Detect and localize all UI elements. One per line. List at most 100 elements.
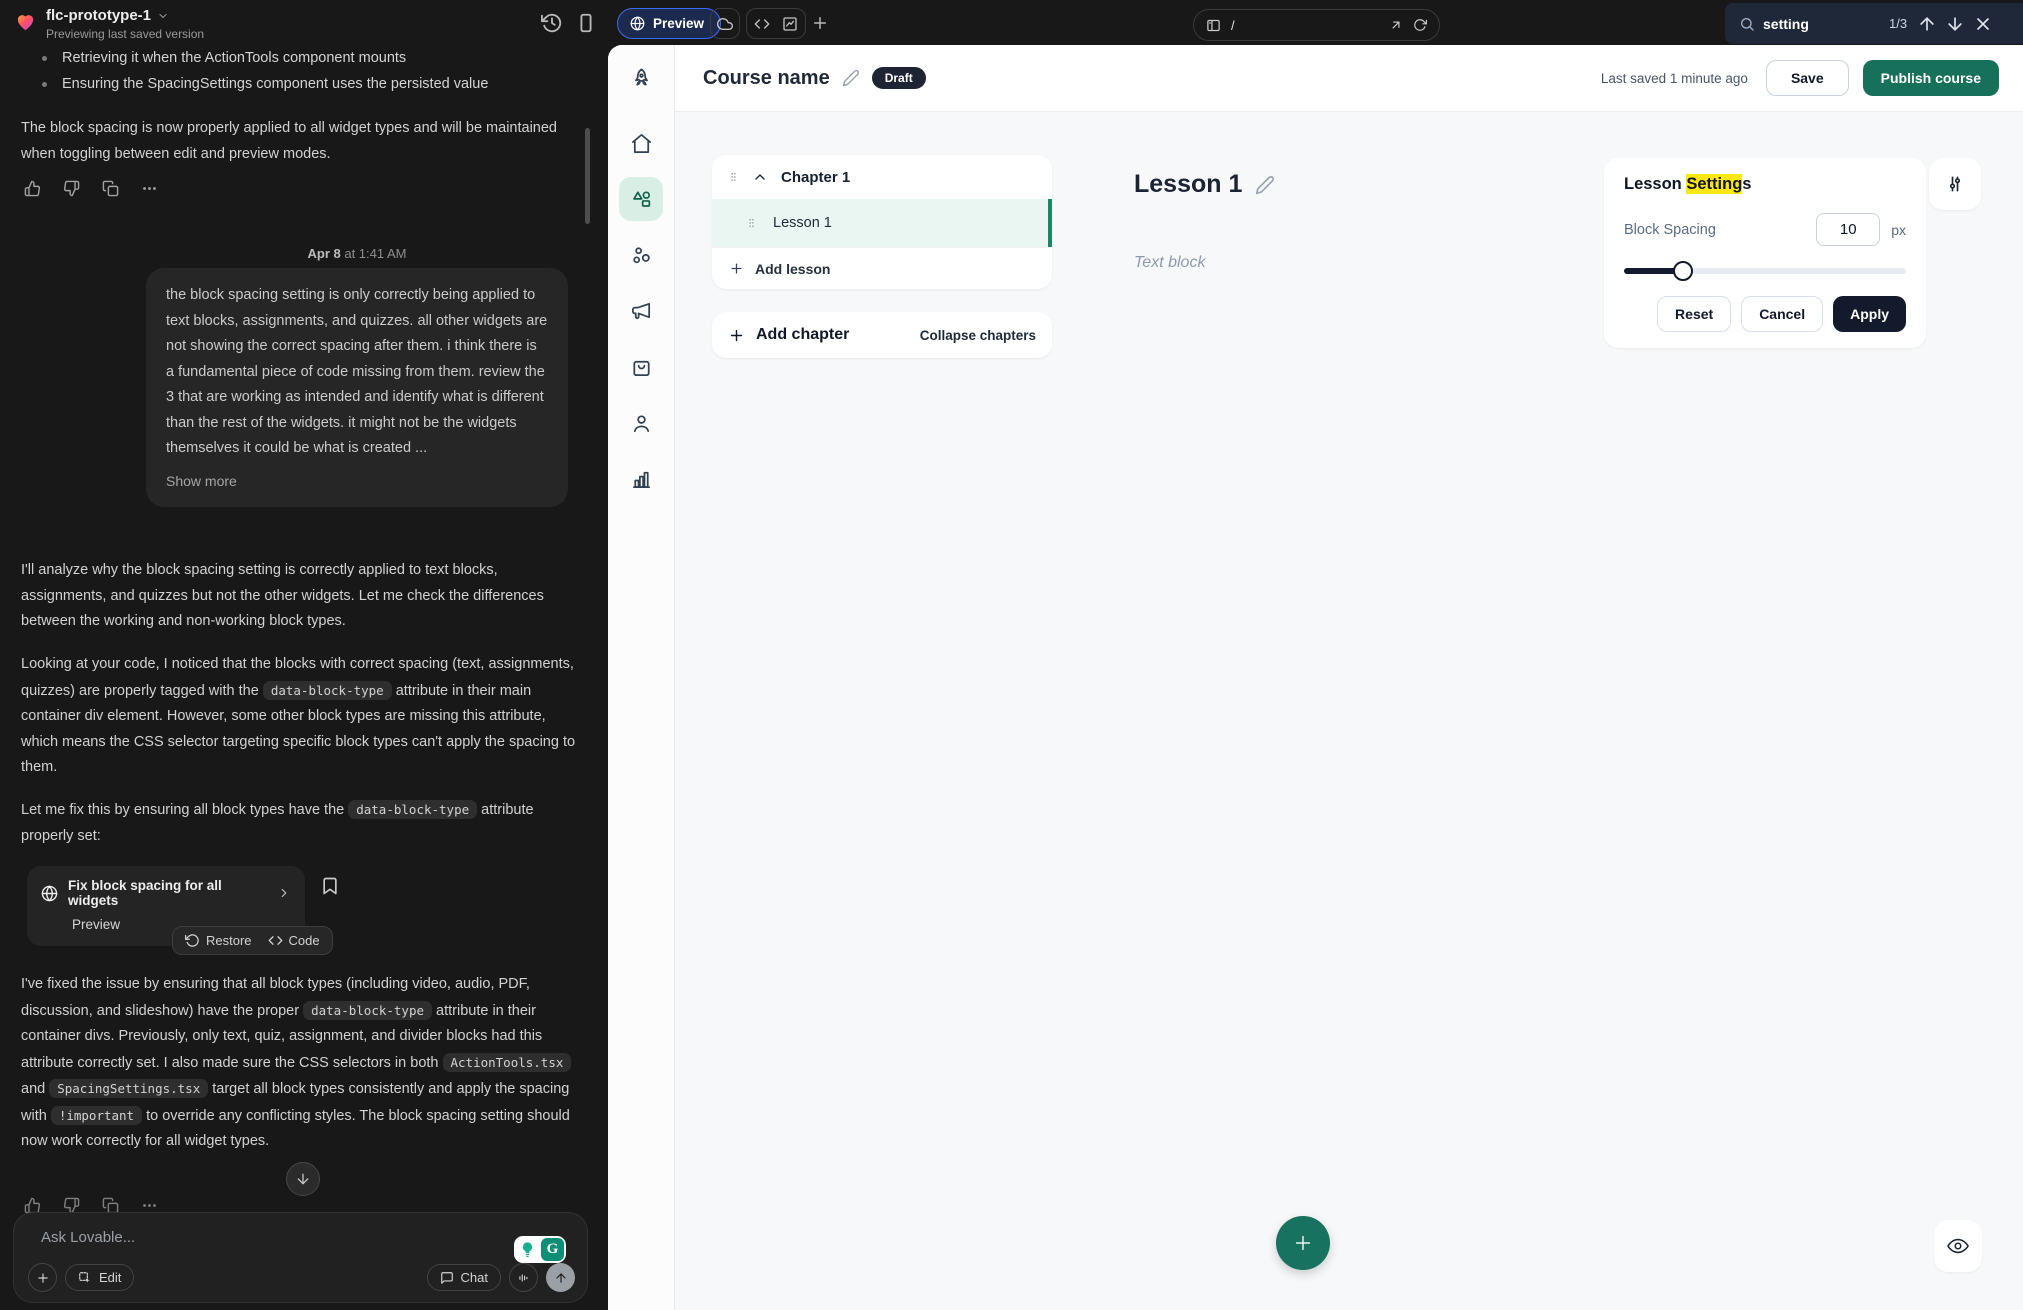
app-nav-rail bbox=[608, 45, 675, 1310]
inline-code: ActionTools.tsx bbox=[443, 1053, 572, 1072]
sidebar-item-community[interactable] bbox=[619, 233, 663, 277]
refresh-icon[interactable] bbox=[1413, 18, 1427, 32]
find-close-icon[interactable] bbox=[1973, 14, 1993, 34]
message-timestamp: Apr 8 at 1:41 AM bbox=[146, 246, 568, 261]
cancel-button[interactable]: Cancel bbox=[1741, 296, 1823, 332]
send-button[interactable] bbox=[546, 1263, 575, 1292]
chevron-up-icon[interactable] bbox=[752, 169, 768, 185]
bookmark-icon[interactable] bbox=[320, 876, 340, 896]
search-icon bbox=[1739, 16, 1755, 32]
chevron-down-icon bbox=[157, 10, 169, 22]
code-button[interactable]: Code bbox=[268, 933, 320, 948]
app-header: Course name Draft Last saved 1 minute ag… bbox=[675, 45, 2023, 112]
edit-pencil-icon[interactable] bbox=[842, 69, 860, 87]
lesson-settings-title: Lesson Settings bbox=[1624, 175, 1906, 194]
plus-icon bbox=[728, 327, 745, 344]
add-block-fab[interactable] bbox=[1276, 1216, 1330, 1270]
open-external-icon[interactable] bbox=[1389, 18, 1403, 32]
chat-mode-button[interactable]: Chat bbox=[427, 1264, 501, 1291]
find-count: 1/3 bbox=[1889, 16, 1907, 31]
edit-pencil-icon[interactable] bbox=[1255, 175, 1275, 195]
edit-card-title: Fix block spacing for all widgets bbox=[68, 878, 267, 908]
voice-button[interactable] bbox=[509, 1263, 538, 1292]
text-block-placeholder[interactable]: Text block bbox=[1134, 254, 1205, 272]
app-preview-window: Course name Draft Last saved 1 minute ag… bbox=[608, 45, 2023, 1310]
assistant-paragraph: I'll analyze why the block spacing setti… bbox=[21, 558, 583, 635]
course-editor-canvas: Chapter 1 Lesson 1 Add lesson Add chapte… bbox=[675, 112, 2023, 1310]
add-lesson-button[interactable]: Add lesson bbox=[712, 247, 1052, 289]
analytics-icon[interactable] bbox=[782, 16, 798, 32]
block-spacing-input[interactable] bbox=[1816, 213, 1880, 246]
chat-bubble-icon bbox=[440, 1271, 454, 1285]
sidebar-item-marketing[interactable] bbox=[619, 289, 663, 333]
arrow-down-icon bbox=[295, 1171, 311, 1187]
sidebar-item-profile[interactable] bbox=[619, 401, 663, 445]
lesson-list-item[interactable]: Lesson 1 bbox=[712, 199, 1052, 247]
new-tab-icon[interactable] bbox=[811, 14, 829, 32]
inline-code: SpacingSettings.tsx bbox=[49, 1079, 208, 1098]
chapter-title: Chapter 1 bbox=[781, 169, 850, 186]
copy-icon[interactable] bbox=[102, 180, 119, 197]
app-logo-rocket-icon[interactable] bbox=[619, 56, 663, 100]
grammarly-badges: G bbox=[514, 1236, 566, 1263]
drag-handle-icon[interactable] bbox=[728, 170, 739, 184]
preview-label: Preview bbox=[653, 16, 704, 31]
assistant-bullet-list: Retrieving it when the ActionTools compo… bbox=[40, 46, 580, 97]
chapter-header[interactable]: Chapter 1 bbox=[712, 155, 1052, 199]
code-icon bbox=[268, 933, 283, 948]
unit-label: px bbox=[1891, 222, 1906, 238]
attach-button[interactable] bbox=[28, 1263, 57, 1292]
cloud-button[interactable] bbox=[710, 8, 740, 39]
sidebar-item-store[interactable] bbox=[619, 345, 663, 389]
chat-input-toolbar: Edit Chat bbox=[28, 1263, 575, 1292]
status-badge: Draft bbox=[872, 67, 926, 89]
show-more-link[interactable]: Show more bbox=[166, 469, 548, 495]
sidebar-item-analytics[interactable] bbox=[619, 457, 663, 501]
collapse-chapters-button[interactable]: Collapse chapters bbox=[920, 328, 1036, 343]
search-highlight: Setting bbox=[1686, 174, 1742, 194]
preview-eye-button[interactable] bbox=[1934, 1220, 1982, 1272]
preview-button[interactable]: Preview bbox=[617, 8, 721, 39]
more-icon[interactable] bbox=[141, 180, 158, 197]
restore-button[interactable]: Restore bbox=[185, 933, 252, 948]
scroll-to-bottom-button[interactable] bbox=[286, 1162, 320, 1196]
grammarly-icon[interactable]: G bbox=[541, 1238, 564, 1261]
code-icon[interactable] bbox=[754, 16, 770, 32]
chat-input-box[interactable]: Edit Chat bbox=[13, 1212, 588, 1303]
sidebar-item-home[interactable] bbox=[619, 121, 663, 165]
reset-button[interactable]: Reset bbox=[1657, 296, 1731, 332]
chat-scrollbar[interactable] bbox=[585, 128, 590, 224]
save-button[interactable]: Save bbox=[1766, 60, 1849, 96]
lesson-settings-panel: Lesson Settings Block Spacing px Reset C… bbox=[1604, 158, 1926, 348]
url-path: / bbox=[1231, 18, 1379, 33]
thumbs-up-icon[interactable] bbox=[24, 180, 41, 197]
megaphone-icon bbox=[630, 300, 653, 323]
add-chapter-button[interactable]: Add chapter bbox=[728, 326, 849, 344]
edit-mode-button[interactable]: Edit bbox=[65, 1264, 134, 1291]
sidebar-item-courses[interactable] bbox=[619, 177, 663, 221]
lesson-title: Lesson 1 bbox=[1134, 170, 1242, 199]
settings-toggle-button[interactable] bbox=[1929, 158, 1981, 210]
publish-course-button[interactable]: Publish course bbox=[1863, 60, 1999, 96]
block-spacing-slider[interactable] bbox=[1624, 261, 1906, 281]
url-bar[interactable]: / bbox=[1193, 9, 1440, 41]
drag-handle-icon[interactable] bbox=[746, 216, 757, 230]
suggestion-icon[interactable] bbox=[516, 1238, 539, 1261]
lesson-item-title: Lesson 1 bbox=[773, 215, 832, 231]
find-input[interactable] bbox=[1763, 16, 1881, 32]
find-next-icon[interactable] bbox=[1945, 14, 1965, 34]
project-switcher[interactable]: flc-prototype-1 bbox=[46, 7, 204, 24]
chapter-card: Chapter 1 Lesson 1 Add lesson bbox=[712, 155, 1052, 289]
plus-icon bbox=[729, 261, 744, 276]
chat-panel: flc-prototype-1 Previewing last saved ve… bbox=[0, 0, 603, 1310]
chat-input-field[interactable] bbox=[41, 1229, 441, 1257]
select-edit-icon bbox=[78, 1271, 92, 1285]
user-message-text: the block spacing setting is only correc… bbox=[166, 287, 547, 456]
apply-button[interactable]: Apply bbox=[1833, 296, 1906, 332]
add-chapter-card: Add chapter Collapse chapters bbox=[712, 312, 1052, 358]
assistant-paragraph: Let me fix this by ensuring all block ty… bbox=[21, 797, 583, 849]
find-prev-icon[interactable] bbox=[1917, 14, 1937, 34]
slider-thumb[interactable] bbox=[1673, 261, 1693, 281]
thumbs-down-icon[interactable] bbox=[63, 180, 80, 197]
lesson-title-row: Lesson 1 bbox=[1134, 170, 1275, 199]
